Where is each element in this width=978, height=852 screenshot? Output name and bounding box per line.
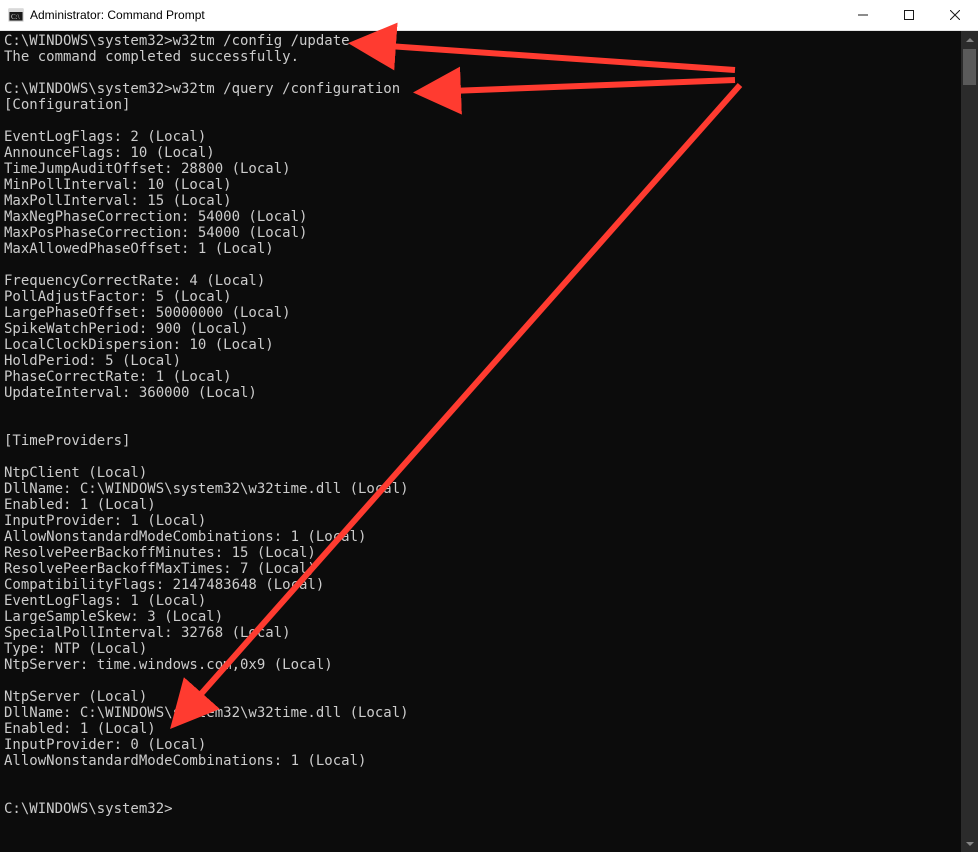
command-prompt-window: C:\ Administrator: Command Prompt C:\WIN… <box>0 0 978 852</box>
window-title: Administrator: Command Prompt <box>30 8 840 22</box>
cmd-icon: C:\ <box>8 7 24 23</box>
window-controls <box>840 0 978 30</box>
svg-text:C:\: C:\ <box>11 13 20 21</box>
maximize-button[interactable] <box>886 0 932 30</box>
terminal-output[interactable]: C:\WINDOWS\system32>w32tm /config /updat… <box>0 31 961 852</box>
close-button[interactable] <box>932 0 978 30</box>
titlebar[interactable]: C:\ Administrator: Command Prompt <box>0 0 978 31</box>
scrollbar-thumb[interactable] <box>963 49 976 85</box>
vertical-scrollbar[interactable] <box>961 31 978 852</box>
scroll-down-button[interactable] <box>961 835 978 852</box>
console-area: C:\WINDOWS\system32>w32tm /config /updat… <box>0 31 978 852</box>
minimize-button[interactable] <box>840 0 886 30</box>
scroll-up-button[interactable] <box>961 31 978 48</box>
